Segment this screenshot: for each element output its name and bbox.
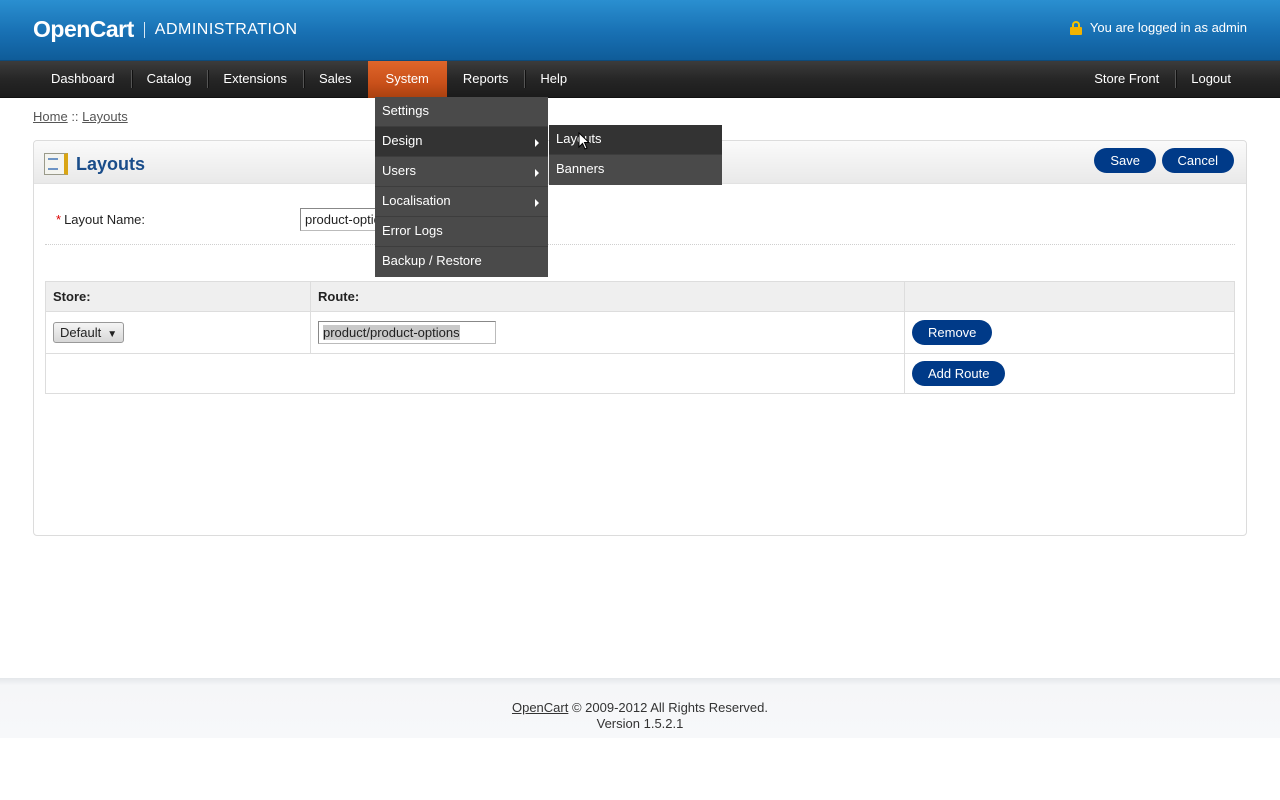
- menu-system[interactable]: System: [367, 61, 447, 98]
- route-value: product/product-options: [323, 325, 460, 340]
- table-row: Default ▼ product/product-options Remove: [45, 311, 1235, 354]
- chevron-right-icon: [535, 139, 539, 147]
- submenu-layouts[interactable]: Layouts: [549, 125, 722, 155]
- add-route-row: Add Route: [45, 353, 1235, 394]
- menu-store-front[interactable]: Store Front: [1078, 61, 1175, 98]
- store-select[interactable]: Default ▼: [53, 322, 125, 343]
- add-route-cell: Add Route: [904, 353, 1235, 394]
- action-column-header: [904, 281, 1235, 312]
- dropdown-design[interactable]: Design: [375, 127, 548, 157]
- footer-opencart-link[interactable]: OpenCart: [512, 700, 568, 715]
- empty-cell: [45, 353, 905, 394]
- routes-table: Store: Route: Default ▼ product/product-o…: [45, 281, 1235, 394]
- store-cell: Default ▼: [45, 311, 311, 354]
- route-column-header: Route:: [310, 281, 905, 312]
- menu-dashboard[interactable]: Dashboard: [35, 61, 131, 98]
- brand-name: OpenCart: [33, 16, 134, 42]
- action-cell: Remove: [904, 311, 1235, 354]
- breadcrumb-home[interactable]: Home: [33, 109, 68, 124]
- remove-button[interactable]: Remove: [912, 320, 993, 345]
- mouse-cursor-icon: [578, 132, 590, 150]
- logo-divider: [143, 21, 145, 38]
- save-button[interactable]: Save: [1094, 148, 1156, 173]
- add-route-button[interactable]: Add Route: [912, 361, 1006, 386]
- breadcrumb: Home :: Layouts: [33, 109, 128, 124]
- menu-logout[interactable]: Logout: [1175, 61, 1247, 98]
- main-menu: Dashboard Catalog Extensions Sales Syste…: [0, 61, 1280, 98]
- footer-copyright-line: OpenCart © 2009-2012 All Rights Reserved…: [0, 700, 1280, 716]
- page-title: Layouts: [76, 154, 146, 174]
- design-submenu: Layouts Banners: [549, 125, 722, 185]
- route-input[interactable]: product/product-options: [318, 321, 496, 344]
- layout-icon: [44, 153, 68, 175]
- submenu-banners[interactable]: Banners: [549, 155, 722, 185]
- admin-subtitle: ADMINISTRATION: [154, 20, 298, 38]
- layout-name-row: * Layout Name: product-options: [45, 203, 1235, 245]
- dropdown-localisation[interactable]: Localisation: [375, 187, 548, 217]
- footer: OpenCart © 2009-2012 All Rights Reserved…: [0, 678, 1280, 738]
- footer-version: Version 1.5.2.1: [596, 716, 684, 731]
- menu-catalog[interactable]: Catalog: [130, 61, 208, 98]
- dropdown-users-label: Users: [382, 163, 416, 178]
- login-status: You are logged in as admin: [1069, 20, 1247, 35]
- lock-icon: [1069, 20, 1082, 35]
- dropdown-backup-restore[interactable]: Backup / Restore: [375, 247, 548, 277]
- breadcrumb-layouts[interactable]: Layouts: [82, 109, 128, 124]
- dropdown-users[interactable]: Users: [375, 157, 548, 187]
- logo[interactable]: OpenCart ADMINISTRATION: [33, 16, 298, 43]
- dropdown-localisation-label: Localisation: [382, 193, 451, 208]
- dropdown-settings[interactable]: Settings: [375, 97, 548, 127]
- store-column-header: Store:: [45, 281, 311, 312]
- dropdown-design-label: Design: [382, 133, 423, 148]
- breadcrumb-separator: ::: [71, 109, 79, 124]
- menu-extensions[interactable]: Extensions: [207, 61, 303, 98]
- layout-form-box: Layouts Save Cancel * Layout Name: produc…: [33, 140, 1247, 536]
- header: OpenCart ADMINISTRATION You are logged i…: [0, 0, 1280, 61]
- chevron-right-icon: [535, 169, 539, 177]
- menu-help[interactable]: Help: [524, 61, 583, 98]
- system-dropdown: Settings Design Users Localisation Error…: [375, 97, 548, 277]
- menu-reports[interactable]: Reports: [447, 61, 525, 98]
- menu-sales[interactable]: Sales: [303, 61, 368, 98]
- chevron-down-icon: ▼: [107, 329, 118, 340]
- cancel-button[interactable]: Cancel: [1161, 148, 1234, 173]
- footer-copyright: © 2009-2012 All Rights Reserved.: [571, 700, 769, 715]
- layout-name-label: * Layout Name:: [56, 212, 145, 227]
- route-cell: product/product-options: [310, 311, 905, 354]
- dropdown-error-logs[interactable]: Error Logs: [375, 217, 548, 247]
- required-marker: *: [56, 212, 62, 227]
- chevron-right-icon: [535, 199, 539, 207]
- logged-in-text: You are logged in as admin: [1089, 20, 1247, 35]
